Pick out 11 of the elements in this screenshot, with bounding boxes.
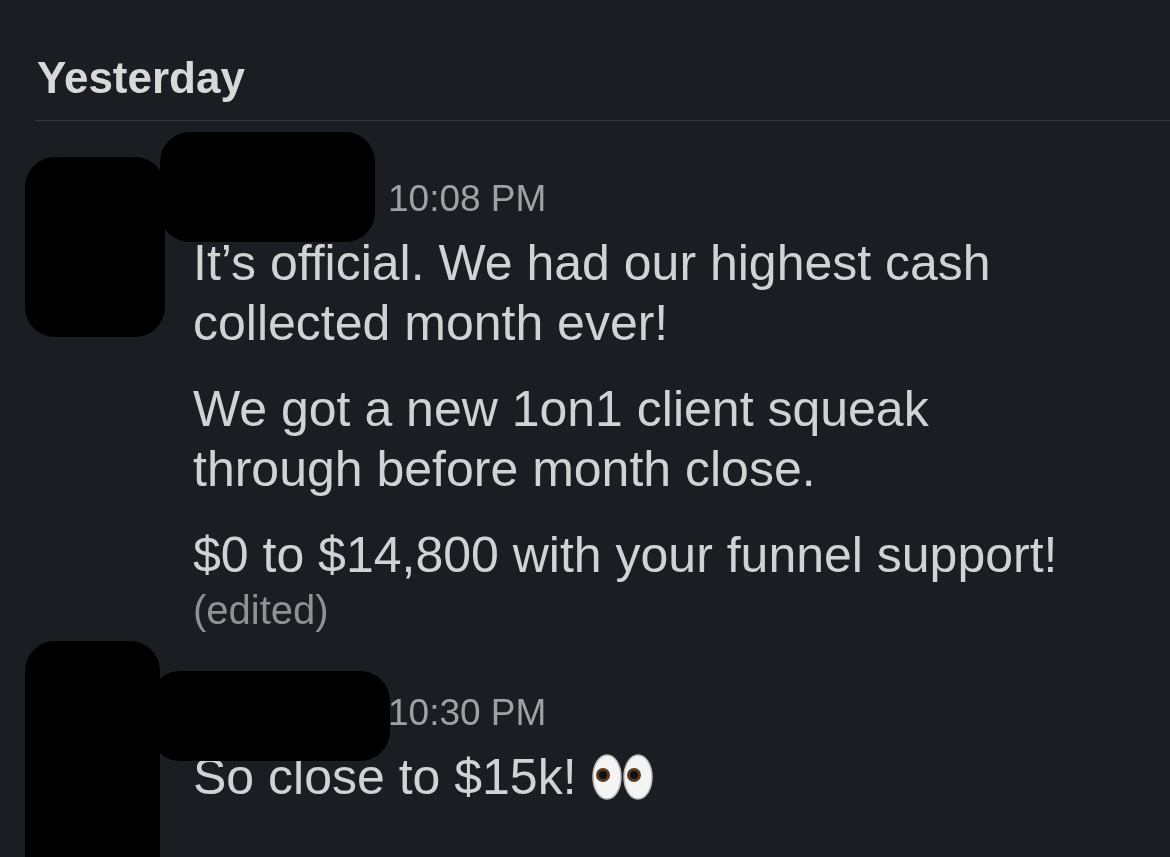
- message-text: We got a new 1on1 client squeak: [193, 380, 929, 439]
- message-text: So close to $15k!: [193, 748, 577, 807]
- message-text: It’s official. We had our highest cash: [193, 234, 991, 293]
- message-text: through before month close.: [193, 440, 816, 499]
- eyes-icon: [590, 751, 655, 803]
- day-divider-label: Yesterday: [37, 52, 246, 104]
- edited-label: (edited): [193, 588, 330, 632]
- message-time: 10:08 PM: [388, 177, 548, 221]
- message-time: 10:30 PM: [388, 691, 548, 735]
- message-text: $0 to $14,800 with your funnel support!: [193, 526, 1058, 585]
- message-text: collected month ever!: [193, 294, 669, 353]
